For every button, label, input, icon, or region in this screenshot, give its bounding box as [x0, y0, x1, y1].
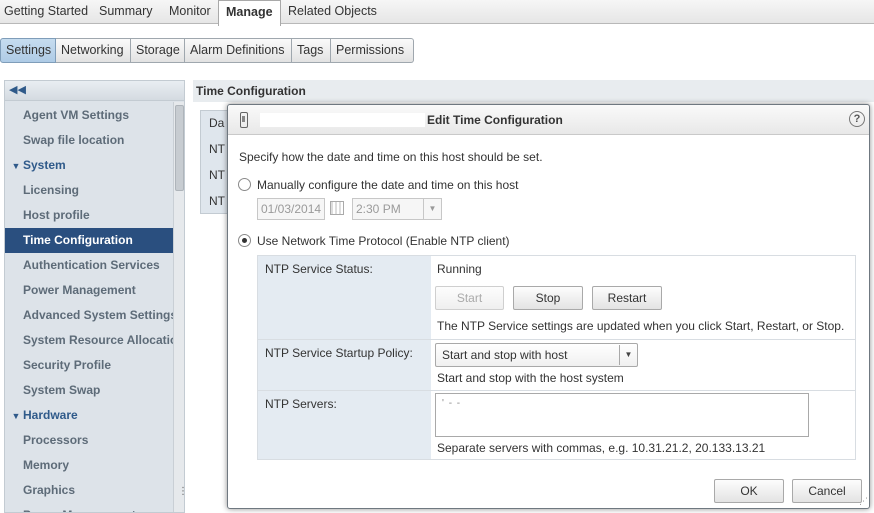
- tab-summary[interactable]: Summary: [95, 0, 156, 24]
- expand-triangle-icon[interactable]: ▼: [9, 404, 23, 428]
- sidebar-scrollbar[interactable]: [173, 102, 184, 512]
- subtab-storage[interactable]: Storage: [131, 38, 185, 63]
- sidebar-section-label: Hardware: [23, 408, 78, 422]
- ntp-service-status-label: NTP Service Status:: [265, 262, 373, 276]
- time-config-summary-table: Da NT NT NT: [200, 110, 230, 214]
- sidebar-item-host-profile[interactable]: Host profile: [5, 203, 173, 228]
- startup-policy-value: Start and stop with host: [442, 348, 568, 362]
- sidebar-item-system-swap[interactable]: System Swap: [5, 378, 173, 403]
- table-cell: Da: [209, 116, 225, 130]
- ntp-startup-policy-label: NTP Service Startup Policy:: [265, 346, 413, 360]
- ntp-settings-panel: NTP Service Status: Running Start Stop R…: [257, 255, 856, 460]
- chevron-down-icon[interactable]: ▼: [423, 199, 441, 219]
- tab-monitor[interactable]: Monitor: [165, 0, 215, 24]
- stop-button[interactable]: Stop: [513, 286, 583, 310]
- table-cell: NT: [209, 168, 225, 182]
- dialog-title-bar[interactable]: Edit Time Configuration ?: [228, 105, 869, 135]
- ntp-service-status-value: Running: [437, 262, 482, 276]
- table-cell: NT: [209, 142, 225, 156]
- cancel-button[interactable]: Cancel: [792, 479, 862, 503]
- ok-button[interactable]: OK: [714, 479, 784, 503]
- subtab-permissions[interactable]: Permissions: [331, 38, 414, 63]
- redacted-server-list: ' - -: [442, 398, 462, 409]
- top-tab-bar: Getting Started Summary Monitor Manage R…: [0, 0, 874, 26]
- calendar-icon[interactable]: [330, 201, 344, 215]
- row-divider: [258, 390, 855, 391]
- date-field[interactable]: 01/03/2014: [257, 198, 325, 220]
- sidebar-item-authentication-services[interactable]: Authentication Services: [5, 253, 173, 278]
- ntp-radio-label[interactable]: Use Network Time Protocol (Enable NTP cl…: [257, 234, 510, 248]
- sidebar-section-label: System: [23, 158, 66, 172]
- dialog-intro-text: Specify how the date and time on this ho…: [239, 150, 543, 164]
- subtab-tags[interactable]: Tags: [292, 38, 331, 63]
- tab-related-objects[interactable]: Related Objects: [284, 0, 381, 24]
- manual-config-radio[interactable]: [238, 178, 251, 191]
- start-button[interactable]: Start: [435, 286, 504, 310]
- collapse-left-icon[interactable]: ◀◀: [9, 83, 26, 96]
- expand-triangle-icon[interactable]: ▼: [9, 154, 23, 178]
- host-icon: [240, 112, 248, 128]
- time-field[interactable]: 2:30 PM ▼: [352, 198, 442, 220]
- sidebar-item-security-profile[interactable]: Security Profile: [5, 353, 173, 378]
- subtab-networking[interactable]: Networking: [56, 38, 131, 63]
- ntp-servers-hint: Separate servers with commas, e.g. 10.31…: [437, 441, 766, 455]
- redacted-host-name: [260, 113, 425, 127]
- sidebar-item-graphics[interactable]: Graphics: [5, 478, 173, 503]
- edit-time-configuration-dialog: Edit Time Configuration ? Specify how th…: [227, 104, 870, 509]
- startup-policy-note: Start and stop with the host system: [437, 371, 624, 385]
- manual-config-label[interactable]: Manually configure the date and time on …: [257, 178, 519, 192]
- restart-button[interactable]: Restart: [592, 286, 662, 310]
- sidebar-item-system-resource-allocation[interactable]: System Resource Allocation: [5, 328, 173, 353]
- subtab-alarm-definitions[interactable]: Alarm Definitions: [185, 38, 292, 63]
- table-cell: NT: [209, 194, 225, 208]
- sidebar-item-power-management[interactable]: Power Management: [5, 278, 173, 303]
- sidebar-section-hardware[interactable]: ▼ Hardware: [5, 403, 173, 428]
- time-value: 2:30 PM: [356, 202, 401, 216]
- splitter-grip-icon[interactable]: ⋮⋮: [178, 486, 184, 497]
- sidebar-section-system[interactable]: ▼ System: [5, 153, 173, 178]
- tab-manage[interactable]: Manage: [218, 0, 281, 26]
- sidebar-item-agent-vm-settings[interactable]: Agent VM Settings: [5, 103, 173, 128]
- sidebar-item-licensing[interactable]: Licensing: [5, 178, 173, 203]
- ntp-radio[interactable]: [238, 234, 251, 247]
- sidebar-scroll-thumb[interactable]: [175, 105, 184, 191]
- sidebar-collapse-bar: ◀◀: [5, 81, 184, 101]
- sidebar-item-advanced-system-settings[interactable]: Advanced System Settings: [5, 303, 173, 328]
- dialog-title: Edit Time Configuration: [427, 113, 563, 127]
- resize-grip-icon[interactable]: ⋰: [859, 496, 868, 507]
- help-icon[interactable]: ?: [849, 111, 865, 127]
- ntp-servers-input[interactable]: ' - -: [435, 393, 809, 437]
- sidebar-item-swap-file-location[interactable]: Swap file location: [5, 128, 173, 153]
- row-divider: [258, 339, 855, 340]
- chevron-down-icon[interactable]: ▼: [619, 345, 637, 365]
- sidebar-item-processors[interactable]: Processors: [5, 428, 173, 453]
- sidebar-item-memory[interactable]: Memory: [5, 453, 173, 478]
- sidebar-item-time-configuration[interactable]: Time Configuration: [5, 228, 173, 253]
- ntp-service-note: The NTP Service settings are updated whe…: [437, 319, 845, 333]
- page-title: Time Configuration: [193, 80, 874, 102]
- tab-getting-started[interactable]: Getting Started: [0, 0, 92, 24]
- subtab-settings[interactable]: Settings: [0, 38, 56, 63]
- startup-policy-select[interactable]: Start and stop with host ▼: [435, 343, 638, 367]
- ntp-servers-label: NTP Servers:: [265, 397, 337, 411]
- sidebar-item-power-management-hw[interactable]: Power Management: [5, 503, 173, 512]
- settings-sidebar: ◀◀ Agent VM Settings Swap file location …: [4, 80, 185, 513]
